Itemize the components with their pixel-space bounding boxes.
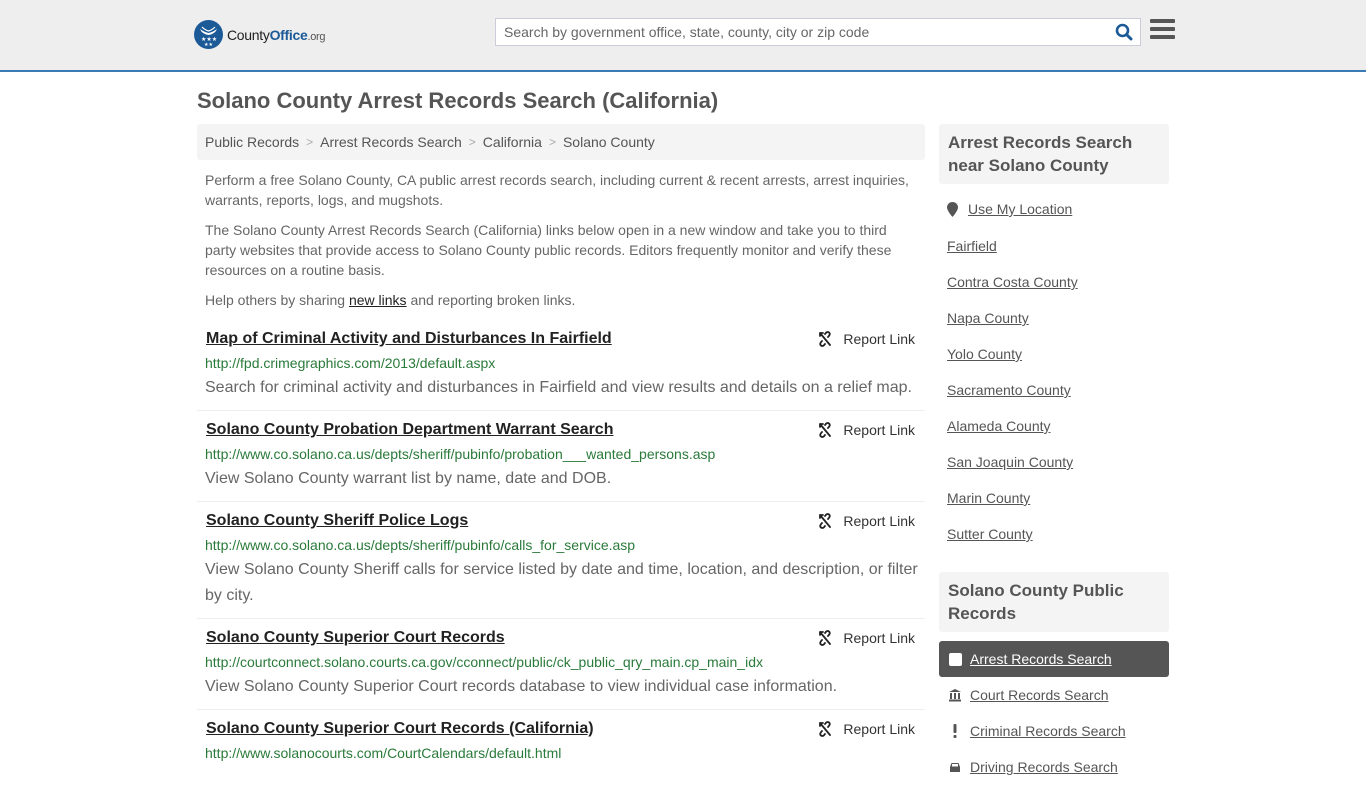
breadcrumb-public-records[interactable]: Public Records [205, 134, 299, 150]
result-title-link[interactable]: Map of Criminal Activity and Disturbance… [206, 330, 612, 348]
nearby-link-sutter[interactable]: Sutter County [947, 526, 1033, 542]
records-item-driving[interactable]: Driving Records Search [939, 749, 1169, 785]
report-link-button[interactable]: Report Link [817, 513, 915, 529]
breadcrumb: Public Records > Arrest Records Search >… [197, 124, 925, 160]
report-link-button[interactable]: Report Link [817, 721, 915, 737]
result-url[interactable]: http://courtconnect.solano.courts.ca.gov… [205, 654, 763, 670]
square-icon [948, 652, 962, 666]
result-description: View Solano County Sheriff calls for ser… [205, 561, 918, 604]
result-url[interactable]: http://www.solanocourts.com/CourtCalenda… [205, 745, 561, 761]
broken-link-icon [819, 422, 832, 438]
nearby-heading: Arrest Records Search near Solano County [939, 124, 1169, 184]
hamburger-menu-icon[interactable] [1150, 19, 1175, 43]
breadcrumb-california[interactable]: California [483, 134, 542, 150]
result-url[interactable]: http://www.co.solano.ca.us/depts/sheriff… [205, 446, 715, 462]
result-title-link[interactable]: Solano County Superior Court Records (Ca… [206, 720, 594, 738]
broken-link-icon [819, 721, 832, 737]
site-header: ★★★ ★★ CountyOffice.org [0, 0, 1366, 72]
report-link-button[interactable]: Report Link [817, 331, 915, 347]
result-url[interactable]: http://www.co.solano.ca.us/depts/sheriff… [205, 537, 635, 553]
breadcrumb-arrest-records-search[interactable]: Arrest Records Search [320, 134, 462, 150]
public-records-heading: Solano County Public Records [939, 572, 1169, 632]
result-description: Search for criminal activity and disturb… [205, 379, 912, 396]
nearby-link-contra-costa[interactable]: Contra Costa County [947, 274, 1078, 290]
result-title-link[interactable]: Solano County Sheriff Police Logs [206, 512, 468, 530]
breadcrumb-separator: > [468, 135, 476, 149]
result-title-link[interactable]: Solano County Superior Court Records [206, 629, 505, 647]
nearby-link-marin[interactable]: Marin County [947, 490, 1030, 506]
broken-link-icon [819, 331, 832, 347]
use-my-location[interactable]: Use My Location [947, 201, 1072, 217]
share-paragraph: Help others by sharing new links and rep… [205, 292, 576, 308]
result-description: View Solano County warrant list by name,… [205, 470, 612, 487]
nearby-link-yolo[interactable]: Yolo County [947, 346, 1022, 362]
breadcrumb-separator: > [306, 135, 314, 149]
nearby-link-fairfield[interactable]: Fairfield [947, 238, 997, 254]
result-item: Map of Criminal Activity and Disturbance… [197, 330, 925, 411]
result-item: Solano County Sheriff Police Logs Report… [197, 512, 925, 619]
records-item-court[interactable]: Court Records Search [939, 677, 1169, 713]
broken-link-icon [819, 513, 832, 529]
breadcrumb-solano-county[interactable]: Solano County [563, 134, 655, 150]
site-logo[interactable]: ★★★ ★★ CountyOffice.org [194, 20, 326, 49]
nearby-link-san-joaquin[interactable]: San Joaquin County [947, 454, 1073, 470]
exclamation-icon [948, 724, 962, 738]
page-title: Solano County Arrest Records Search (Cal… [197, 88, 719, 113]
use-my-location-link[interactable]: Use My Location [968, 201, 1072, 217]
result-url[interactable]: http://fpd.crimegraphics.com/2013/defaul… [205, 355, 495, 371]
intro-paragraph: Perform a free Solano County, CA public … [205, 172, 909, 208]
result-item: Solano County Superior Court Records Rep… [197, 629, 925, 710]
search-bar [495, 18, 1141, 46]
report-link-button[interactable]: Report Link [817, 630, 915, 646]
car-icon [948, 760, 962, 774]
map-marker-icon [947, 201, 958, 217]
eagle-stars-logo-icon: ★★★ ★★ [194, 20, 223, 49]
search-button[interactable] [1108, 19, 1140, 45]
search-icon [1115, 23, 1133, 41]
svg-text:★★: ★★ [204, 42, 213, 48]
disclaimer-paragraph: The Solano County Arrest Records Search … [205, 222, 892, 278]
breadcrumb-separator: > [548, 135, 556, 149]
nearby-link-sacramento[interactable]: Sacramento County [947, 382, 1071, 398]
nearby-link-napa[interactable]: Napa County [947, 310, 1029, 326]
broken-link-icon [819, 630, 832, 646]
result-description: View Solano County Superior Court record… [205, 678, 838, 695]
records-item-criminal[interactable]: Criminal Records Search [939, 713, 1169, 749]
result-item: Solano County Superior Court Records (Ca… [197, 720, 925, 801]
result-item: Solano County Probation Department Warra… [197, 421, 925, 502]
nearby-link-alameda[interactable]: Alameda County [947, 418, 1051, 434]
result-title-link[interactable]: Solano County Probation Department Warra… [206, 421, 613, 439]
search-input[interactable] [496, 19, 1108, 45]
new-links-link[interactable]: new links [349, 292, 407, 308]
report-link-button[interactable]: Report Link [817, 422, 915, 438]
records-item-arrest[interactable]: Arrest Records Search [939, 641, 1169, 677]
courthouse-icon [948, 688, 962, 702]
logo-text: CountyOffice.org [227, 26, 326, 43]
